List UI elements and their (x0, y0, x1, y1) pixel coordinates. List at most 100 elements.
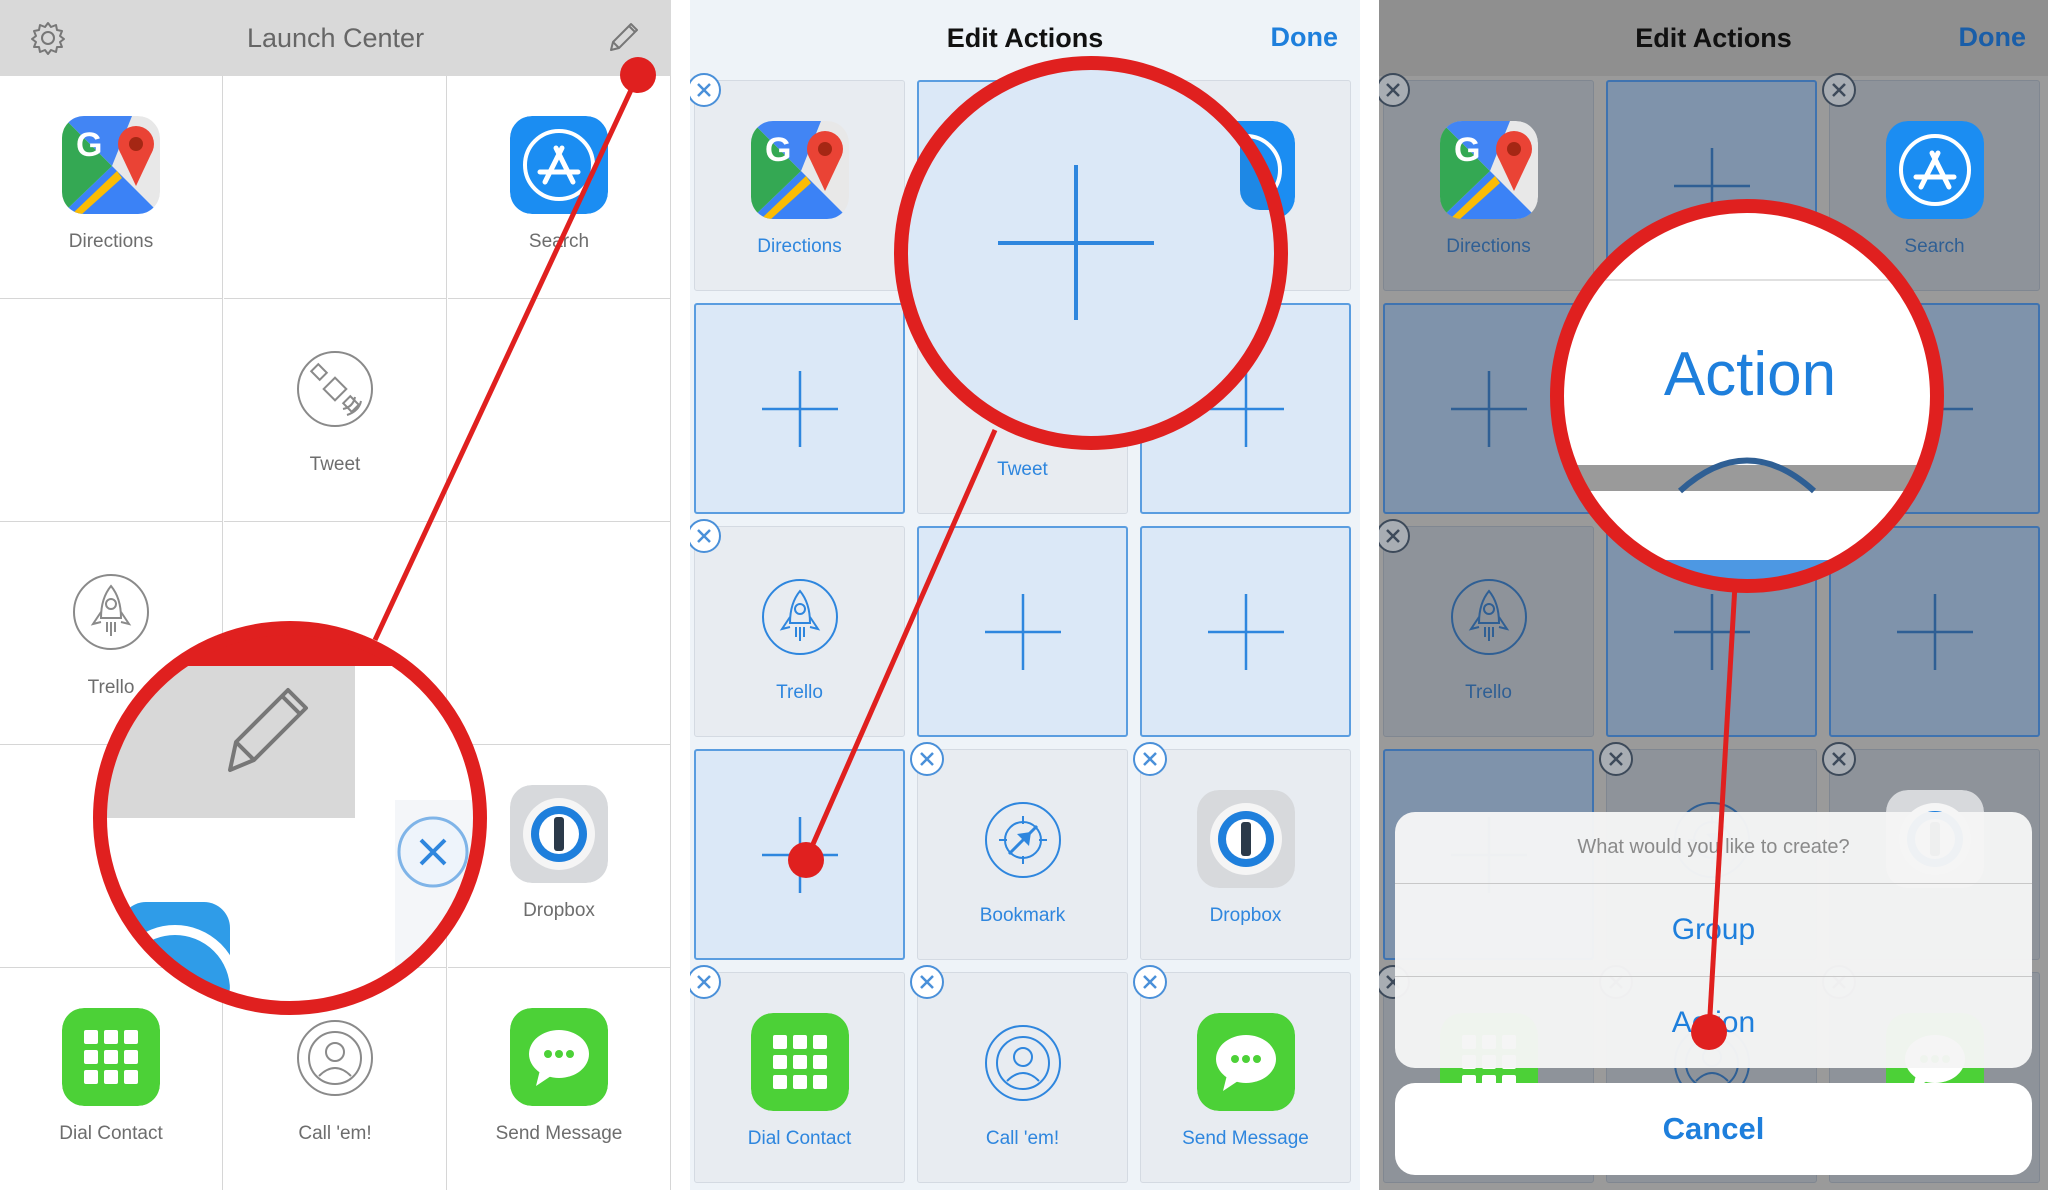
done-button[interactable]: Done (1959, 22, 2027, 53)
empty-cell (224, 522, 447, 745)
close-icon (690, 519, 721, 553)
add-action-slot[interactable] (1606, 526, 1817, 737)
delete-badge[interactable] (690, 518, 722, 554)
edit-actions-screen: Edit Actions Done G Directions Search Tw… (690, 0, 1360, 1190)
add-action-slot[interactable] (1829, 526, 2040, 737)
action-label: Send Message (1182, 1128, 1309, 1149)
gear-icon[interactable] (28, 18, 68, 58)
plus-icon (1447, 367, 1531, 451)
action-cell-directions[interactable]: G Directions (694, 80, 905, 291)
delete-badge[interactable] (1598, 741, 1634, 777)
action-cell-call-em[interactable]: Call 'em! (917, 972, 1128, 1183)
cancel-button[interactable]: Cancel (1395, 1083, 2032, 1175)
action-cell-bookmark[interactable]: Bookmark (917, 749, 1128, 960)
delete-badge[interactable] (909, 964, 945, 1000)
rocket-icon (760, 577, 840, 657)
action-cell-trello[interactable]: Trello (1383, 526, 1594, 737)
launch-center-navbar: Launch Center (0, 0, 671, 76)
action-cell-search[interactable]: Search (1140, 80, 1351, 291)
action-cell-dropbox[interactable]: Dropbox (1140, 749, 1351, 960)
delete-badge[interactable] (1132, 72, 1168, 108)
delete-badge[interactable] (909, 295, 945, 331)
edit-actions-navbar: Edit Actions Done (690, 0, 1360, 76)
close-icon (690, 965, 721, 999)
empty-cell (224, 745, 447, 968)
action-label: Directions (68, 231, 154, 252)
action-label: Tweet (997, 459, 1048, 480)
add-action-slot[interactable] (917, 80, 1128, 291)
close-icon (1599, 296, 1633, 330)
action-label: Dropbox (523, 900, 595, 921)
delete-badge[interactable] (690, 72, 722, 108)
rocket-icon (1449, 577, 1529, 657)
1password-icon (1196, 790, 1295, 888)
plus-icon (981, 144, 1065, 228)
app-store-icon (1196, 121, 1295, 219)
delete-badge[interactable] (1598, 295, 1634, 331)
add-action-slot[interactable] (1606, 80, 1817, 291)
plus-icon (1670, 144, 1754, 228)
action-cell-send-message[interactable]: Send Message (448, 968, 671, 1190)
action-label: Search (1215, 236, 1276, 257)
action-cell-send-message[interactable]: Send Message (1140, 972, 1351, 1183)
action-label: Directions (1446, 236, 1531, 257)
group-option-button[interactable]: Group (1395, 884, 2032, 976)
close-icon (1599, 742, 1633, 776)
plus-icon (1893, 590, 1977, 674)
contact-icon (295, 1018, 375, 1098)
add-action-slot[interactable] (1140, 303, 1351, 514)
pencil-icon[interactable] (603, 18, 643, 58)
action-cell-trello[interactable]: Trello (0, 522, 223, 745)
action-cell-dial-contact[interactable]: Dial Contact (0, 968, 223, 1190)
keypad-icon (750, 1013, 849, 1111)
add-action-slot[interactable] (1829, 303, 2040, 514)
plus-icon (981, 590, 1065, 674)
action-cell-tweet[interactable]: Tweet (917, 303, 1128, 514)
delete-badge[interactable] (690, 964, 722, 1000)
google-maps-icon: G (1439, 121, 1538, 219)
edit-actions-navbar: Edit Actions Done (1379, 0, 2048, 76)
done-button[interactable]: Done (1271, 22, 1339, 53)
plus-icon (1670, 590, 1754, 674)
add-action-slot[interactable] (1140, 526, 1351, 737)
plus-icon (1204, 367, 1288, 451)
rocket-icon (71, 572, 151, 652)
action-option-button[interactable]: Action (1395, 976, 2032, 1068)
delete-badge[interactable] (909, 741, 945, 777)
add-action-slot[interactable] (694, 749, 905, 960)
delete-badge[interactable] (1132, 741, 1168, 777)
empty-cell (0, 299, 223, 522)
action-cell-empty[interactable] (1606, 303, 1817, 514)
empty-cell (448, 522, 671, 745)
action-label: Trello (1465, 682, 1512, 703)
action-cell-search[interactable]: Search (1829, 80, 2040, 291)
action-cell-directions[interactable]: G Directions (1383, 80, 1594, 291)
satellite-icon (1672, 354, 1752, 434)
plus-icon (1893, 367, 1977, 451)
delete-badge[interactable] (1821, 72, 1857, 108)
delete-badge[interactable] (1379, 72, 1411, 108)
app-store-icon (510, 116, 608, 214)
add-action-slot[interactable] (917, 526, 1128, 737)
action-cell-dial-contact[interactable]: Dial Contact (694, 972, 905, 1183)
add-action-slot[interactable] (1383, 303, 1594, 514)
messages-icon (1196, 1013, 1295, 1111)
action-label: Call 'em! (298, 1123, 372, 1144)
svg-text:G: G (76, 126, 102, 164)
empty-cell (0, 745, 223, 968)
satellite-icon (983, 354, 1063, 434)
add-action-slot[interactable] (694, 303, 905, 514)
delete-badge[interactable] (1132, 964, 1168, 1000)
action-cell-search[interactable]: Search (448, 76, 671, 299)
action-label: Call 'em! (985, 1128, 1060, 1149)
delete-badge[interactable] (1821, 741, 1857, 777)
action-cell-tweet[interactable]: Tweet (224, 299, 447, 522)
empty-cell (224, 76, 447, 299)
action-label: Search (528, 231, 590, 252)
action-cell-dropbox[interactable]: Dropbox (448, 745, 671, 968)
app-store-icon (1885, 121, 1984, 219)
action-cell-call-em[interactable]: Call 'em! (224, 968, 447, 1190)
delete-badge[interactable] (1379, 518, 1411, 554)
action-cell-directions[interactable]: G Directions (0, 76, 223, 299)
action-cell-trello[interactable]: Trello (694, 526, 905, 737)
